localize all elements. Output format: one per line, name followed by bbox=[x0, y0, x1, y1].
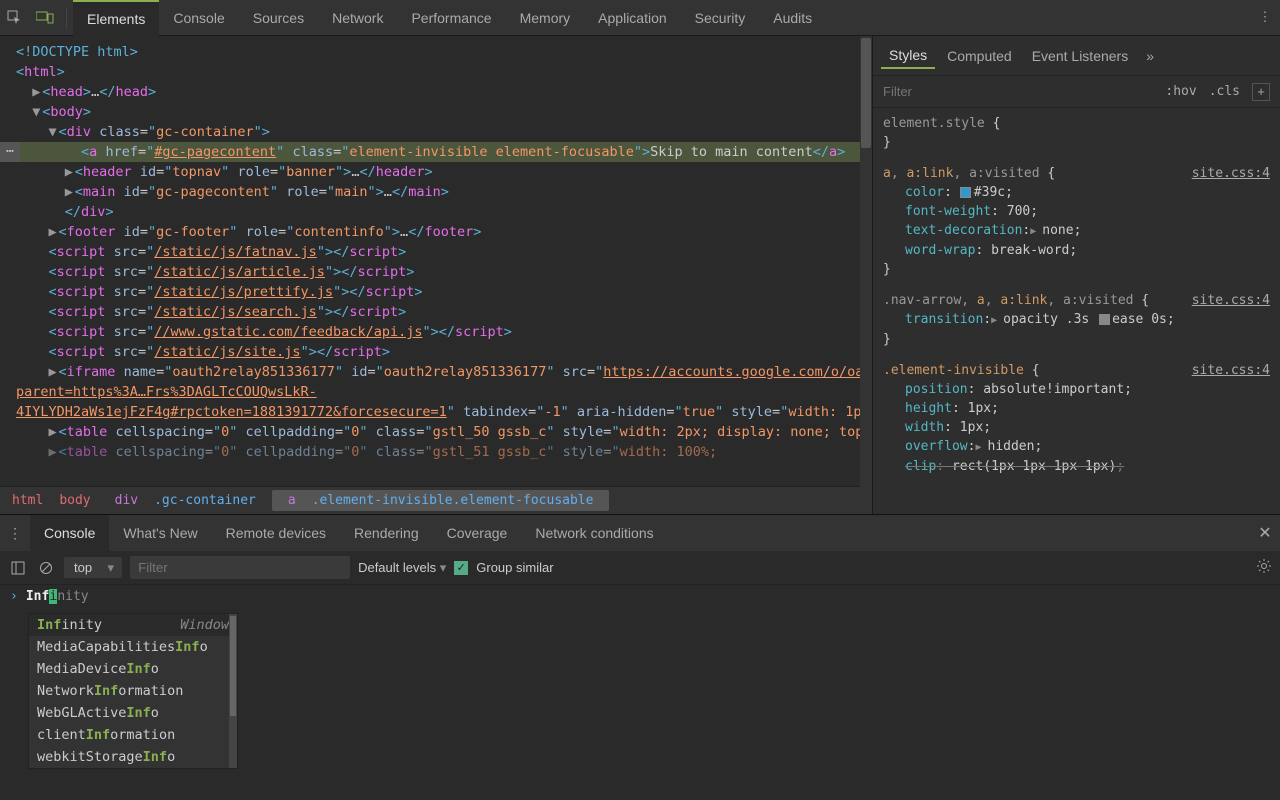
drawer-tab-remote[interactable]: Remote devices bbox=[212, 515, 340, 551]
toggle-hov[interactable]: :hov bbox=[1165, 84, 1196, 99]
color-swatch-icon[interactable] bbox=[960, 187, 971, 198]
elements-panel: <!DOCTYPE html> <html> ▶<head>…</head> ▼… bbox=[0, 36, 872, 514]
drawer-tab-coverage[interactable]: Coverage bbox=[433, 515, 522, 551]
chevron-right-icon[interactable]: » bbox=[1140, 48, 1160, 64]
breadcrumb-div[interactable]: div.gc-container bbox=[99, 490, 272, 511]
autocomplete-item[interactable]: WebGLActiveInfo bbox=[29, 702, 237, 724]
add-rule-icon[interactable]: + bbox=[1252, 83, 1270, 101]
breadcrumb-a[interactable]: a.element-invisible.element-focusable bbox=[272, 490, 610, 511]
scrollbar-vertical[interactable] bbox=[860, 36, 872, 514]
close-icon[interactable]: ✕ bbox=[1250, 523, 1280, 543]
styles-filter-input[interactable] bbox=[883, 84, 1003, 99]
autocomplete-item[interactable]: clientInformation bbox=[29, 724, 237, 746]
selected-node[interactable]: ⋯ <a href="#gc-pagecontent" class="eleme… bbox=[0, 142, 872, 162]
autocomplete-item[interactable]: webkitStorageInfo bbox=[29, 746, 237, 768]
main-toolbar: Elements Console Sources Network Perform… bbox=[0, 0, 1280, 36]
console-filter-input[interactable] bbox=[130, 556, 350, 579]
tab-application[interactable]: Application bbox=[584, 0, 681, 36]
tab-console[interactable]: Console bbox=[159, 0, 238, 36]
tab-security[interactable]: Security bbox=[681, 0, 760, 36]
styles-filter-bar: :hov .cls + bbox=[873, 76, 1280, 108]
toggle-cls[interactable]: .cls bbox=[1209, 84, 1240, 99]
console-body[interactable]: ›Infinity InfinityWindow MediaCapabiliti… bbox=[0, 585, 1280, 800]
styles-tab-computed[interactable]: Computed bbox=[939, 44, 1020, 68]
breadcrumb-html[interactable]: html bbox=[4, 490, 51, 511]
drawer-tabs: ⋮ Console What's New Remote devices Rend… bbox=[0, 515, 1280, 551]
tab-sources[interactable]: Sources bbox=[239, 0, 318, 36]
breadcrumb-body[interactable]: body bbox=[51, 490, 98, 511]
source-link[interactable]: site.css:4 bbox=[1192, 361, 1270, 380]
group-similar-label: Group similar bbox=[476, 560, 553, 575]
console-prompt[interactable]: ›Infinity bbox=[10, 589, 1270, 604]
styles-panel: Styles Computed Event Listeners » :hov .… bbox=[872, 36, 1280, 514]
drawer-tab-console[interactable]: Console bbox=[30, 515, 109, 551]
autocomplete-item[interactable]: MediaCapabilitiesInfo bbox=[29, 636, 237, 658]
console-sidebar-icon[interactable] bbox=[8, 558, 28, 578]
autocomplete-item[interactable]: InfinityWindow bbox=[29, 614, 237, 636]
autocomplete-scrollbar[interactable] bbox=[229, 614, 237, 768]
drawer-tab-netcond[interactable]: Network conditions bbox=[521, 515, 667, 551]
kebab-menu-icon[interactable]: ⋮ bbox=[1250, 10, 1280, 25]
tab-network[interactable]: Network bbox=[318, 0, 397, 36]
context-select[interactable]: top bbox=[64, 557, 122, 578]
console-toolbar: top Default levels ✓ Group similar bbox=[0, 551, 1280, 585]
separator bbox=[66, 7, 67, 29]
autocomplete-popup[interactable]: InfinityWindow MediaCapabilitiesInfo Med… bbox=[28, 613, 238, 769]
log-levels-select[interactable]: Default levels bbox=[358, 560, 446, 576]
device-toggle-icon[interactable] bbox=[30, 0, 60, 36]
main-tabs: Elements Console Sources Network Perform… bbox=[73, 0, 826, 36]
drawer-kebab-icon[interactable]: ⋮ bbox=[0, 525, 30, 542]
inspect-icon[interactable] bbox=[0, 0, 30, 36]
styles-tabs: Styles Computed Event Listeners » bbox=[873, 36, 1280, 76]
clear-console-icon[interactable] bbox=[36, 558, 56, 578]
tab-performance[interactable]: Performance bbox=[397, 0, 505, 36]
source-link[interactable]: site.css:4 bbox=[1192, 164, 1270, 183]
gutter-ellipsis-icon[interactable]: ⋯ bbox=[0, 142, 20, 162]
css-rules[interactable]: element.style { } site.css:4a, a:link, a… bbox=[873, 108, 1280, 514]
autocomplete-item[interactable]: NetworkInformation bbox=[29, 680, 237, 702]
styles-tab-listeners[interactable]: Event Listeners bbox=[1024, 44, 1137, 68]
group-similar-checkbox[interactable]: ✓ bbox=[454, 561, 468, 575]
source-link[interactable]: site.css:4 bbox=[1192, 291, 1270, 310]
breadcrumb[interactable]: html body div.gc-container a.element-inv… bbox=[0, 486, 872, 514]
drawer-tab-rendering[interactable]: Rendering bbox=[340, 515, 433, 551]
styles-tab-styles[interactable]: Styles bbox=[881, 43, 935, 69]
tab-audits[interactable]: Audits bbox=[759, 0, 826, 36]
tab-elements[interactable]: Elements bbox=[73, 0, 159, 36]
drawer-tab-whatsnew[interactable]: What's New bbox=[109, 515, 211, 551]
autocomplete-item[interactable]: MediaDeviceInfo bbox=[29, 658, 237, 680]
dom-tree[interactable]: <!DOCTYPE html> <html> ▶<head>…</head> ▼… bbox=[0, 36, 872, 486]
drawer: ⋮ Console What's New Remote devices Rend… bbox=[0, 514, 1280, 800]
tab-memory[interactable]: Memory bbox=[506, 0, 585, 36]
gear-icon[interactable] bbox=[1256, 558, 1272, 577]
easing-icon[interactable] bbox=[1099, 314, 1110, 325]
